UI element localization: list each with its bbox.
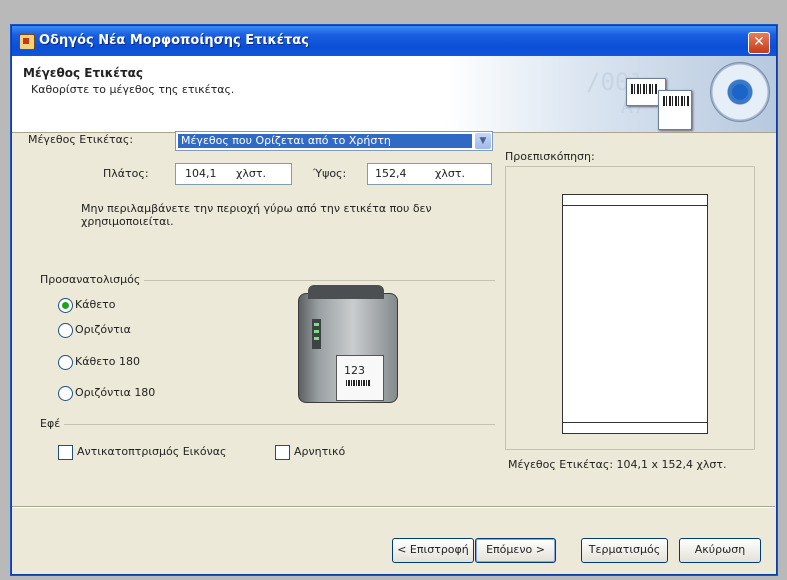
effects-group-title: Εφέ bbox=[40, 417, 65, 430]
next-button[interactable]: Επόμενο > bbox=[475, 538, 556, 563]
height-unit: χλστ. bbox=[435, 167, 465, 180]
footer-divider bbox=[12, 506, 775, 508]
label-preview bbox=[562, 194, 708, 434]
radio-landscape-label: Οριζόντια bbox=[75, 323, 131, 336]
printer-label-number: 123 bbox=[344, 364, 365, 377]
radio-landscape-button[interactable] bbox=[58, 323, 73, 338]
title-bar[interactable]: Οδηγός Νέα Μορφοποίησης Ετικέτας ✕ bbox=[12, 26, 776, 56]
size-label: Μέγεθος Ετικέτας: bbox=[28, 133, 134, 146]
mirror-checkbox-box[interactable] bbox=[58, 445, 73, 460]
radio-portrait-180-label: Κάθετο 180 bbox=[75, 355, 140, 368]
radio-landscape-180-button[interactable] bbox=[58, 386, 73, 401]
negative-checkbox-box[interactable] bbox=[275, 445, 290, 460]
radio-portrait-180-button[interactable] bbox=[58, 355, 73, 370]
printer-illustration: 123 bbox=[298, 285, 398, 403]
radio-portrait-button[interactable] bbox=[58, 298, 73, 313]
printed-label-icon: 123 bbox=[336, 355, 384, 401]
step-title: Μέγεθος Ετικέτας bbox=[23, 66, 144, 80]
step-subtitle: Καθορίστε το μέγεθος της ετικέτας. bbox=[31, 83, 235, 96]
finish-button[interactable]: Τερματισμός bbox=[581, 538, 668, 563]
width-unit: χλστ. bbox=[236, 167, 266, 180]
radio-landscape-180-label: Οριζόντια 180 bbox=[75, 386, 156, 399]
height-value: 152,4 bbox=[375, 167, 407, 180]
header-banner-image: /001 A7-110 bbox=[446, 56, 776, 132]
label-card-icon-2 bbox=[658, 90, 692, 130]
width-label: Πλάτος: bbox=[103, 167, 149, 180]
window-title: Οδηγός Νέα Μορφοποίησης Ετικέτας bbox=[39, 33, 309, 48]
chevron-down-icon[interactable]: ▼ bbox=[475, 133, 491, 149]
back-button[interactable]: < Επιστροφή bbox=[392, 538, 474, 563]
height-label: Ύψος: bbox=[313, 167, 347, 180]
close-button[interactable]: ✕ bbox=[748, 32, 770, 54]
wizard-header: Μέγεθος Ετικέτας Καθορίστε το μέγεθος τη… bbox=[12, 56, 776, 133]
size-note: Μην περιλαμβάνετε την περιοχή γύρω από τ… bbox=[81, 202, 432, 228]
preview-size-caption: Μέγεθος Ετικέτας: 104,1 x 152,4 χλστ. bbox=[508, 458, 727, 471]
effects-group-line bbox=[40, 424, 495, 425]
label-size-dropdown[interactable]: Μέγεθος που Ορίζεται από το Χρήστη ▼ bbox=[175, 131, 493, 151]
cancel-button[interactable]: Ακύρωση bbox=[679, 538, 761, 563]
cd-icon bbox=[710, 62, 770, 122]
negative-checkbox-label: Αρνητικό bbox=[294, 445, 346, 458]
mirror-checkbox-label: Αντικατοπτρισμός Εικόνας bbox=[77, 445, 227, 458]
app-icon bbox=[19, 34, 35, 50]
width-value: 104,1 bbox=[185, 167, 217, 180]
height-field[interactable]: 152,4 χλστ. bbox=[367, 163, 492, 185]
preview-label: Προεπισκόπηση: bbox=[505, 150, 595, 163]
label-size-selected: Μέγεθος που Ορίζεται από το Χρήστη bbox=[178, 134, 472, 148]
orientation-group-title: Προσανατολισμός bbox=[40, 273, 145, 286]
width-field[interactable]: 104,1 χλστ. bbox=[175, 163, 292, 185]
radio-portrait-label: Κάθετο bbox=[75, 298, 116, 311]
